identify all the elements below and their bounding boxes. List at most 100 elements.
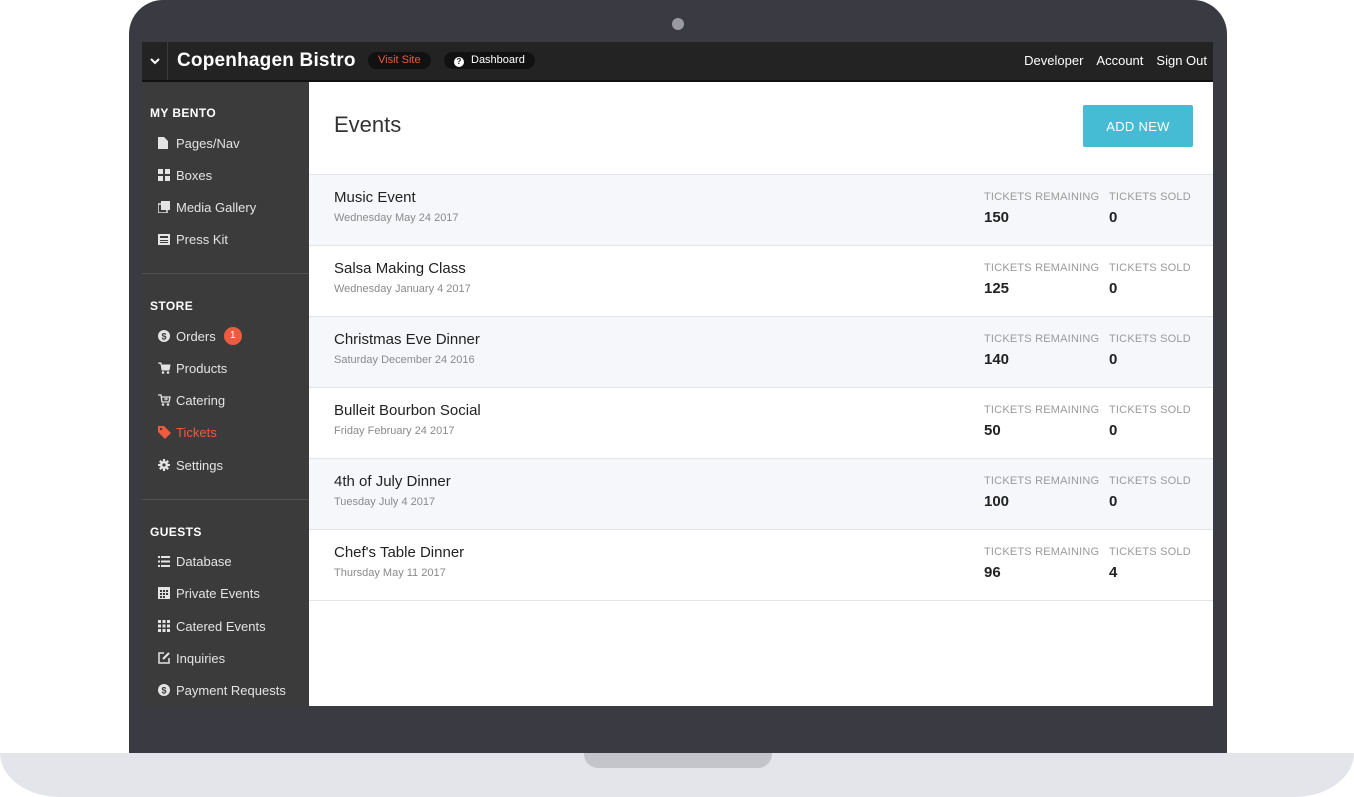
tickets-remaining-value: 96 (984, 564, 1001, 581)
section-title-guests: GUESTS (150, 525, 202, 539)
account-link[interactable]: Account (1096, 53, 1143, 68)
dollar-icon: $ (158, 684, 176, 696)
sidebar-item-settings[interactable]: Settings (158, 455, 223, 475)
visit-site-button[interactable]: Visit Site (368, 52, 431, 69)
tickets-remaining-label: TICKETS REMAINING (984, 475, 1100, 487)
sidebar-divider (142, 499, 309, 500)
add-new-button[interactable]: ADD NEW (1083, 105, 1193, 147)
file-icon (158, 137, 176, 149)
sidebar-item-payment-requests[interactable]: $ Payment Requests (158, 680, 286, 700)
dollar-icon: $ (158, 330, 176, 342)
tag-icon (158, 425, 176, 439)
event-name: Bulleit Bourbon Social (334, 402, 481, 419)
sidebar-item-label: Database (176, 553, 232, 569)
developer-link[interactable]: Developer (1024, 53, 1083, 68)
tickets-remaining-label: TICKETS REMAINING (984, 262, 1100, 274)
event-date: Wednesday May 24 2017 (334, 212, 459, 224)
sidebar-item-catering[interactable]: Catering (158, 390, 225, 410)
chevron-down-icon (149, 57, 160, 64)
sign-out-link[interactable]: Sign Out (1156, 53, 1207, 68)
tickets-sold-label: TICKETS SOLD (1109, 262, 1191, 274)
event-row[interactable]: Salsa Making Class Wednesday January 4 2… (309, 246, 1213, 317)
sidebar-item-label: Private Events (176, 585, 260, 601)
event-row[interactable]: Music Event Wednesday May 24 2017 TICKET… (309, 175, 1213, 246)
tickets-sold-label: TICKETS SOLD (1109, 333, 1191, 345)
sidebar-item-label: Pages/Nav (176, 135, 240, 151)
gear-icon (158, 459, 176, 471)
events-list: Music Event Wednesday May 24 2017 TICKET… (309, 175, 1213, 601)
menu-toggle-button[interactable] (142, 42, 168, 80)
page-title: Events (334, 112, 402, 137)
tickets-sold-label: TICKETS SOLD (1109, 475, 1191, 487)
calendar-icon (158, 587, 176, 599)
tickets-sold-value: 0 (1109, 493, 1118, 510)
cart-plus-icon (158, 394, 176, 406)
tickets-remaining-value: 50 (984, 422, 1001, 439)
grid-dots-icon (158, 620, 176, 632)
sidebar-item-press-kit[interactable]: Press Kit (158, 229, 228, 249)
event-row[interactable]: Christmas Eve Dinner Saturday December 2… (309, 317, 1213, 388)
tickets-remaining-label: TICKETS REMAINING (984, 404, 1100, 416)
sidebar-item-label: Media Gallery (176, 199, 257, 215)
tickets-sold-label: TICKETS SOLD (1109, 404, 1191, 416)
tickets-remaining-value: 125 (984, 280, 1010, 297)
sidebar-item-database[interactable]: Database (158, 551, 232, 571)
tickets-sold-value: 4 (1109, 564, 1118, 581)
sidebar-item-label: Press Kit (176, 231, 229, 247)
main-content: Events ADD NEW Music Event Wednesday May… (309, 82, 1213, 706)
event-date: Wednesday January 4 2017 (334, 283, 471, 295)
laptop-notch (584, 753, 772, 768)
tickets-sold-label: TICKETS SOLD (1109, 191, 1191, 203)
info-icon: ? (454, 57, 464, 67)
section-title-store: STORE (150, 299, 194, 313)
top-links: Developer Account Sign Out (1024, 53, 1207, 68)
event-date: Saturday December 24 2016 (334, 354, 475, 366)
sidebar-item-private-events[interactable]: Private Events (158, 583, 260, 603)
event-row[interactable]: Bulleit Bourbon Social Friday February 2… (309, 388, 1213, 459)
svg-text:$: $ (161, 686, 166, 696)
dashboard-button[interactable]: ? Dashboard (444, 52, 535, 69)
sidebar-divider (142, 273, 309, 274)
sidebar: MY BENTO Pages/Nav Boxes Media Gallery P… (142, 82, 309, 706)
section-title-my-bento: MY BENTO (150, 106, 217, 120)
tickets-sold-value: 0 (1109, 209, 1118, 226)
event-row[interactable]: Chef's Table Dinner Thursday May 11 2017… (309, 530, 1213, 601)
sidebar-item-label: Settings (176, 457, 223, 473)
list-icon (158, 555, 176, 567)
sidebar-item-boxes[interactable]: Boxes (158, 165, 212, 185)
gallery-icon (158, 201, 176, 213)
top-bar: Copenhagen Bistro Visit Site ? Dashboard … (142, 42, 1213, 82)
tickets-sold-value: 0 (1109, 280, 1118, 297)
orders-count-badge: 1 (223, 327, 242, 345)
dashboard-label: Dashboard (471, 54, 525, 66)
sidebar-item-orders[interactable]: $ Orders 1 (158, 326, 242, 346)
tickets-sold-value: 0 (1109, 422, 1118, 439)
sidebar-item-products[interactable]: Products (158, 358, 227, 378)
sidebar-item-media-gallery[interactable]: Media Gallery (158, 197, 256, 217)
tickets-remaining-label: TICKETS REMAINING (984, 333, 1100, 345)
sidebar-item-label: Payment Requests (176, 682, 286, 698)
event-date: Friday February 24 2017 (334, 425, 455, 437)
sidebar-item-label: Boxes (176, 167, 213, 183)
tickets-remaining-value: 140 (984, 351, 1010, 368)
event-name: Music Event (334, 189, 416, 206)
sidebar-item-tickets[interactable]: Tickets (158, 422, 217, 442)
event-date: Tuesday July 4 2017 (334, 496, 436, 508)
sidebar-item-label: Catering (176, 392, 226, 408)
sidebar-item-catered-events[interactable]: Catered Events (158, 616, 266, 636)
event-date: Thursday May 11 2017 (334, 567, 446, 579)
newspaper-icon (158, 233, 176, 245)
sidebar-item-pages-nav[interactable]: Pages/Nav (158, 133, 240, 153)
sidebar-item-inquiries[interactable]: Inquiries (158, 648, 225, 668)
event-name: 4th of July Dinner (334, 473, 451, 490)
sidebar-item-label: Tickets (176, 424, 217, 440)
tickets-remaining-value: 150 (984, 209, 1010, 226)
svg-text:$: $ (161, 332, 166, 342)
tickets-remaining-label: TICKETS REMAINING (984, 546, 1100, 558)
event-row[interactable]: 4th of July Dinner Tuesday July 4 2017 T… (309, 459, 1213, 530)
tickets-remaining-label: TICKETS REMAINING (984, 191, 1100, 203)
event-name: Salsa Making Class (334, 260, 466, 277)
edit-icon (158, 652, 176, 664)
sidebar-item-label: Orders (176, 328, 216, 344)
screen: Copenhagen Bistro Visit Site ? Dashboard … (142, 42, 1213, 706)
